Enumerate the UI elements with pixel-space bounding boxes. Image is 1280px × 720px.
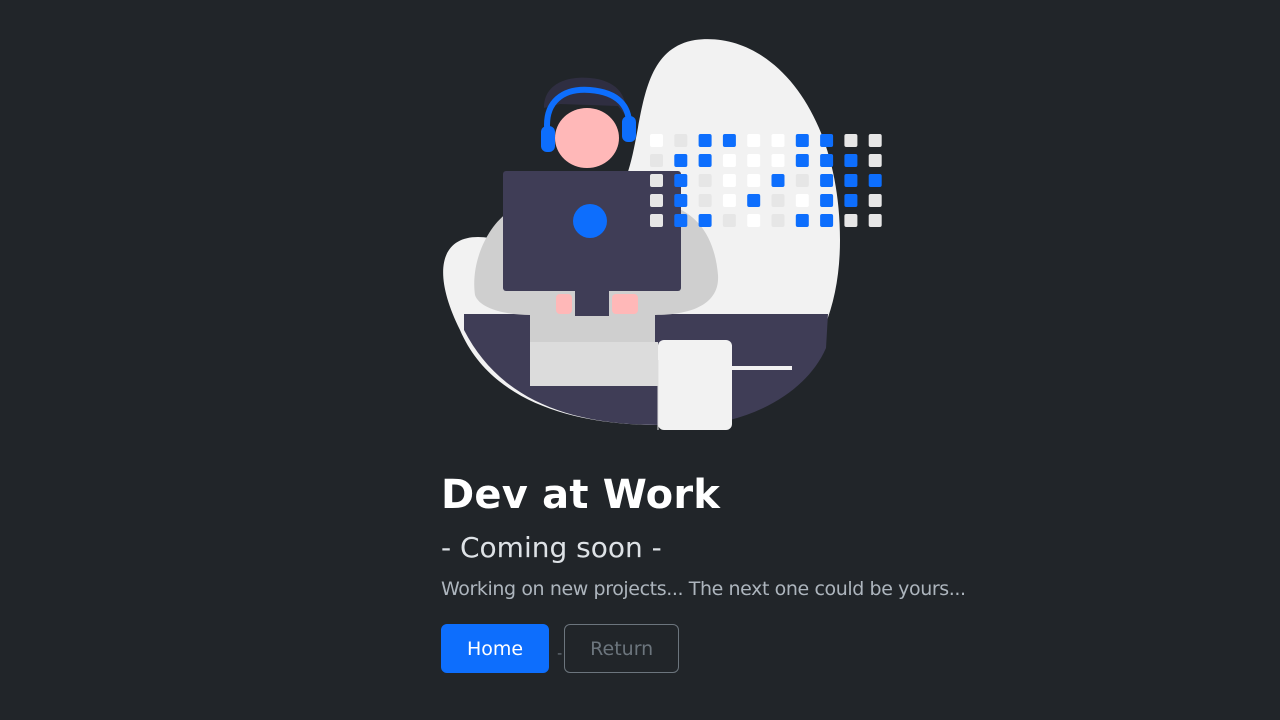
pixel-square xyxy=(747,134,761,147)
pixel-square xyxy=(650,154,663,167)
button-separator: - xyxy=(557,645,563,662)
pixel-square xyxy=(650,194,663,207)
pixel-square xyxy=(868,174,882,187)
pixel-square xyxy=(795,174,809,187)
pixel-square xyxy=(747,214,761,227)
pixel-square xyxy=(868,154,882,167)
pixel-square xyxy=(844,174,858,187)
chair-back xyxy=(658,340,732,430)
pixel-square xyxy=(820,154,834,167)
face xyxy=(555,108,619,168)
pixel-square xyxy=(844,134,858,147)
chair-edge xyxy=(732,366,792,370)
page-title: Dev at Work xyxy=(441,472,721,518)
pixel-square xyxy=(722,194,736,207)
pixel-square xyxy=(844,214,858,227)
pixel-square xyxy=(868,134,882,147)
pixel-square xyxy=(674,154,688,167)
hero-content: Dev at Work - Coming soon - Working on n… xyxy=(441,470,1161,673)
pixel-square xyxy=(747,194,761,207)
pixel-square xyxy=(722,174,736,187)
page: Dev at Work - Coming soon - Working on n… xyxy=(0,0,1280,720)
pixel-square xyxy=(674,174,688,187)
home-button[interactable]: Home xyxy=(441,624,550,673)
pixel-square xyxy=(795,214,809,227)
pixel-square xyxy=(795,134,809,147)
pixel-square xyxy=(722,214,736,227)
pixel-square xyxy=(650,174,663,187)
action-buttons: Home - Return xyxy=(441,624,1161,673)
headphone-right xyxy=(622,116,636,142)
pixel-square xyxy=(650,214,663,227)
pixel-square xyxy=(868,214,882,227)
pixel-square xyxy=(771,214,785,227)
pixel-square xyxy=(674,134,688,147)
pixel-square xyxy=(698,214,712,227)
pixel-square xyxy=(747,174,761,187)
monitor-stand xyxy=(575,290,609,316)
pixel-square xyxy=(820,214,834,227)
left-hand xyxy=(556,294,572,314)
pixel-square xyxy=(771,194,785,207)
right-hand xyxy=(612,294,638,314)
headphone-left xyxy=(541,126,555,152)
pixel-square xyxy=(674,194,688,207)
pixel-square xyxy=(771,134,785,147)
pixel-square xyxy=(868,194,882,207)
developer-illustration xyxy=(443,39,882,430)
pixel-square xyxy=(844,194,858,207)
pixel-square xyxy=(820,134,834,147)
pixel-square xyxy=(698,174,712,187)
pixel-square xyxy=(722,134,736,147)
lead-text: Working on new projects... The next one … xyxy=(441,578,966,600)
page-subtitle: - Coming soon - xyxy=(441,531,662,564)
pixel-square xyxy=(820,194,834,207)
return-button[interactable]: Return xyxy=(564,624,680,673)
pixel-square xyxy=(795,194,809,207)
shirt-lower xyxy=(530,342,658,386)
pixel-square xyxy=(698,154,712,167)
pixel-square xyxy=(820,174,834,187)
pixel-square xyxy=(844,154,858,167)
pixel-square xyxy=(747,154,761,167)
pixel-square xyxy=(650,134,663,147)
monitor-logo-icon xyxy=(573,204,607,238)
pixel-square xyxy=(674,214,688,227)
pixel-square xyxy=(795,154,809,167)
pixel-square xyxy=(698,194,712,207)
pixel-square xyxy=(771,174,785,187)
pixel-square xyxy=(698,134,712,147)
pixel-square xyxy=(771,154,785,167)
pixel-square xyxy=(722,154,736,167)
